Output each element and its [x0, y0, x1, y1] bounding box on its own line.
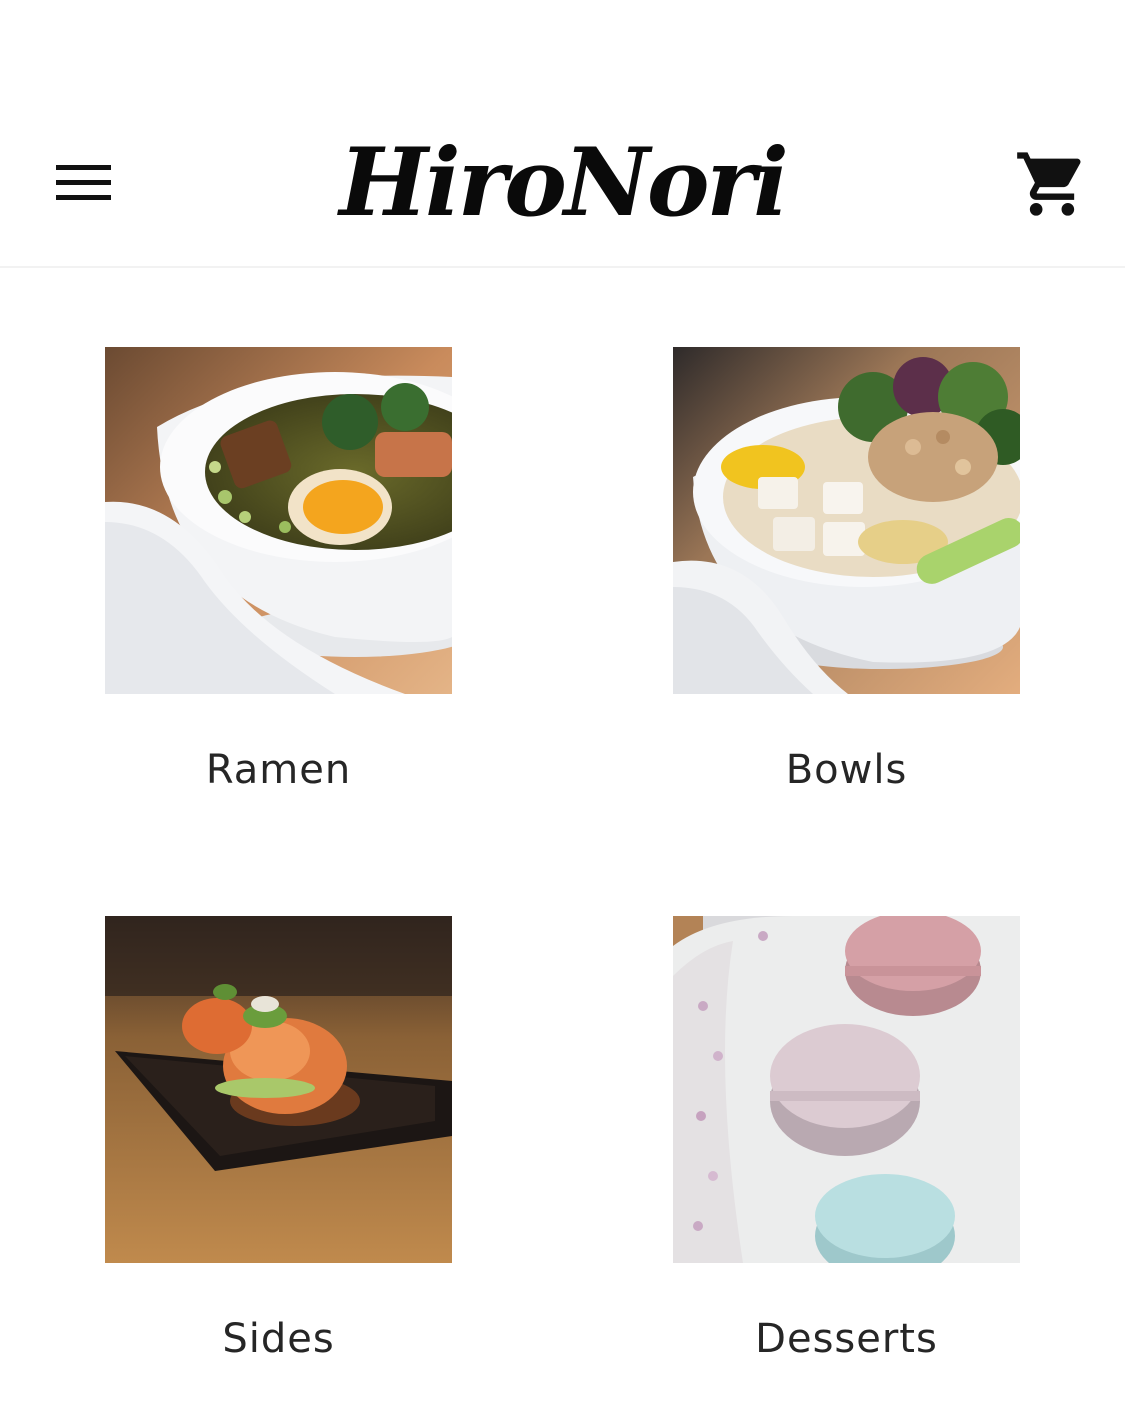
category-label-bowls: Bowls	[785, 747, 908, 793]
category-tile-desserts[interactable]: Desserts	[673, 916, 1020, 1362]
shopping-cart-icon[interactable]	[1014, 146, 1090, 222]
category-label-sides: Sides	[222, 1316, 335, 1362]
sides-photo	[105, 916, 452, 1263]
brand-logo: HiroNori	[339, 128, 789, 238]
macarons-photo	[673, 916, 1020, 1263]
category-tile-bowls[interactable]: Bowls	[673, 347, 1020, 793]
category-tile-sides[interactable]: Sides	[105, 916, 452, 1362]
category-tile-ramen[interactable]: Ramen	[105, 347, 452, 793]
menu-page: HiroNori Ramen Bowls Sides Desserts	[0, 0, 1125, 1428]
bowl-photo	[673, 347, 1020, 694]
hamburger-menu-icon[interactable]	[52, 160, 116, 208]
app-header: HiroNori	[0, 0, 1125, 268]
category-label-desserts: Desserts	[755, 1316, 938, 1362]
ramen-photo	[105, 347, 452, 694]
category-label-ramen: Ramen	[205, 747, 352, 793]
